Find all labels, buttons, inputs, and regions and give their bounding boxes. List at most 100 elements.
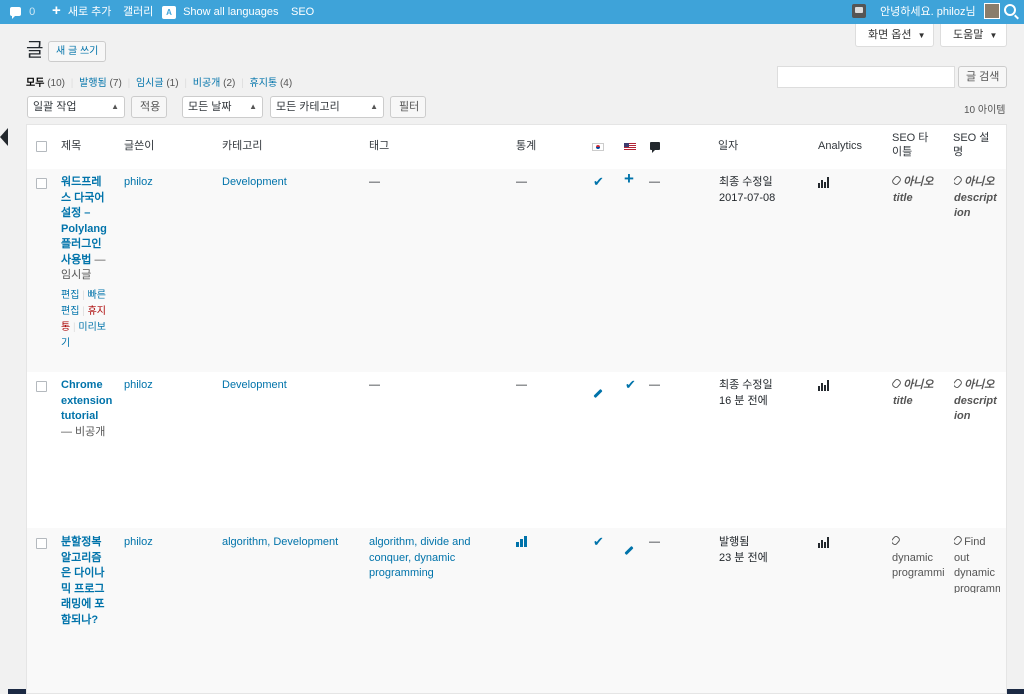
comments-menu[interactable]: 0	[10, 0, 35, 24]
author-link[interactable]: philoz	[124, 175, 153, 191]
help-button[interactable]: 도움말 ▼	[940, 24, 1007, 47]
seo-desc-cell: 아니오 description	[954, 378, 999, 425]
stats-cell: —	[516, 379, 527, 391]
translation-en[interactable]: ✔	[625, 377, 636, 395]
comment-bubble-icon	[10, 6, 21, 19]
column-author-header: 글쓴이	[124, 140, 155, 152]
filter-all[interactable]: 모두	[26, 78, 44, 89]
sidebar-edge	[0, 24, 8, 694]
column-date-header[interactable]: 일자	[718, 139, 738, 153]
column-seo-title-header: SEO 타이틀	[892, 132, 929, 158]
filter-all-count: (10)	[47, 78, 65, 89]
checkmark-icon: ✔	[593, 534, 604, 549]
seo-desc-text: Find out dynamic programming	[954, 536, 1000, 593]
post-title-link[interactable]: 분할정복 알고리즘은 다이나믹 프로그래밍에 포함되나?	[61, 536, 105, 626]
filter-button[interactable]: 필터	[390, 96, 426, 118]
stats-cell[interactable]	[516, 536, 529, 553]
search-posts-button[interactable]: 글 검색	[958, 66, 1007, 88]
analytics-chart-icon	[818, 537, 831, 548]
edit-translation-icon	[624, 545, 634, 556]
category-link[interactable]: Development	[222, 175, 287, 191]
languages-menu[interactable]: A Show all languages	[162, 0, 278, 24]
add-new-post-button[interactable]: 새 글 쓰기	[48, 41, 107, 62]
translation-ko[interactable]: ✔	[593, 534, 604, 552]
post-state: — 비공개	[61, 425, 106, 438]
bulk-action-select[interactable]: 일괄 작업 ▲	[27, 96, 125, 118]
translation-ko[interactable]	[593, 385, 603, 401]
us-flag-icon	[624, 143, 636, 151]
filter-private[interactable]: 비공개	[193, 78, 221, 89]
paperclip-icon	[890, 174, 903, 187]
translation-en[interactable]	[624, 542, 634, 558]
screen-options-button[interactable]: 화면 옵션 ▼	[855, 24, 934, 47]
status-filters: 모두 (10) | 발행됨 (7) | 임시글 (1) | 비공개 (2) | …	[26, 77, 292, 91]
search-icon	[1004, 4, 1016, 17]
paperclip-icon	[890, 377, 903, 390]
analytics-chart-icon	[818, 380, 831, 391]
filter-draft[interactable]: 임시글	[136, 78, 164, 89]
column-analytics-header: Analytics	[818, 140, 863, 152]
analytics-cell[interactable]	[818, 380, 831, 397]
screen-icon[interactable]	[852, 0, 866, 24]
korea-flag-icon	[592, 143, 604, 151]
seo-title-status: 아니오	[903, 176, 934, 188]
category-link[interactable]: algorithm, Development	[222, 535, 338, 551]
analytics-chart-icon	[818, 177, 831, 188]
edit-link[interactable]: 편집	[61, 290, 79, 301]
column-title-header[interactable]: 제목	[61, 139, 81, 153]
languages-label: Show all languages	[183, 6, 279, 18]
seo-title-text: title	[893, 191, 913, 204]
seo-menu[interactable]: SEO	[291, 0, 314, 24]
row-checkbox[interactable]	[36, 178, 47, 189]
table-row: 워드프레스 다국어 설정 – Polylang 플러그인 사용법 — 임시글 편…	[27, 169, 1006, 372]
date-value: 2017-07-08	[719, 191, 776, 204]
tag-links[interactable]: algorithm, divide and conquer, dynamic p…	[369, 535, 487, 582]
category-filter-value: 모든 카테고리	[276, 101, 340, 113]
greeting-text: 안녕하세요. philoz님	[880, 6, 976, 18]
row-checkbox[interactable]	[36, 381, 47, 392]
item-count: 10 아이템	[964, 105, 1006, 116]
search-toggle[interactable]	[1004, 0, 1016, 24]
translation-ko[interactable]: ✔	[593, 174, 604, 192]
select-arrows-icon: ▲	[370, 102, 378, 111]
tags-cell: —	[369, 176, 380, 188]
category-link[interactable]: Development	[222, 378, 287, 394]
date-filter-value: 모든 날짜	[188, 101, 232, 113]
filter-separator: |	[241, 78, 244, 89]
date-cell: 발행됨 23 분 전에	[719, 535, 809, 566]
author-link[interactable]: philoz	[124, 535, 153, 551]
analytics-cell[interactable]	[818, 177, 831, 194]
filter-trash-count: (4)	[279, 78, 293, 89]
post-title-link[interactable]: 워드프레스 다국어 설정 – Polylang 플러그인 사용법	[61, 176, 107, 266]
date-status: 발행됨	[719, 536, 750, 548]
checkmark-icon: ✔	[593, 174, 604, 189]
column-categories-header: 카테고리	[222, 140, 263, 152]
post-search-input[interactable]	[777, 66, 955, 88]
column-stats-header: 통계	[516, 140, 537, 152]
gallery-link[interactable]: 갤러리	[123, 0, 153, 24]
post-title-link[interactable]: Chrome extension tutorial	[61, 379, 112, 422]
date-status: 최종 수정일	[719, 379, 773, 391]
apply-button[interactable]: 적용	[131, 96, 167, 118]
date-status: 최종 수정일	[719, 176, 773, 188]
help-label: 도움말	[953, 29, 984, 41]
translation-en[interactable]: +	[624, 170, 634, 190]
filter-published[interactable]: 발행됨	[79, 78, 107, 89]
select-all-checkbox[interactable]	[36, 141, 47, 152]
row-checkbox[interactable]	[36, 538, 47, 549]
filter-trash[interactable]: 휴지통	[250, 78, 278, 89]
account-menu[interactable]: 안녕하세요. philoz님	[880, 0, 1000, 24]
seo-title-text: dynamic programming	[892, 551, 944, 580]
paperclip-icon	[954, 535, 964, 547]
seo-desc-cell: 아니오 description	[954, 175, 999, 222]
new-content-menu[interactable]: + 새로 추가	[52, 0, 111, 24]
seo-desc-text: description	[954, 394, 997, 423]
analytics-cell[interactable]	[818, 537, 831, 554]
avatar	[983, 3, 1000, 20]
column-tags-header: 태그	[369, 140, 390, 152]
category-filter-select[interactable]: 모든 카테고리 ▲	[270, 96, 384, 118]
bulk-action-value: 일괄 작업	[33, 101, 77, 113]
author-link[interactable]: philoz	[124, 378, 153, 394]
date-filter-select[interactable]: 모든 날짜 ▲	[182, 96, 263, 118]
posts-table: 제목 글쓴이 카테고리 태그 통계 일자 Analytics SEO 타이틀 S…	[26, 124, 1007, 694]
